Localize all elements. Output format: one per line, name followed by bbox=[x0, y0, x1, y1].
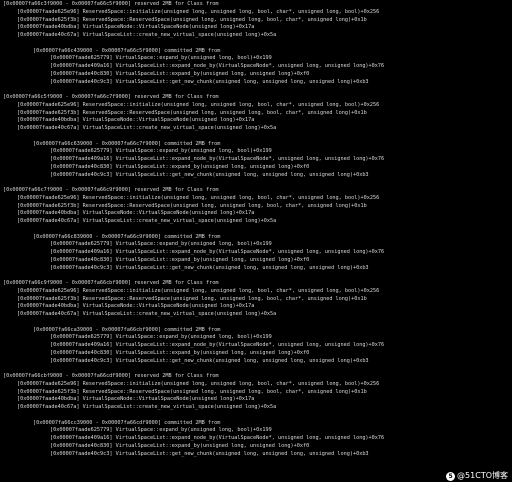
stack-frame: [0x00007faade625779] VirtualSpace::expan… bbox=[50, 334, 272, 341]
reserved-line: [0x00007fa66c5f9000 - 0x00007fa66c7f9000… bbox=[3, 94, 219, 100]
stack-frame: [0x00007faade40c67a] VirtualSpaceList::c… bbox=[17, 218, 277, 224]
stack-frame: [0x00007faade625f3b] ReservedSpace::Rese… bbox=[17, 388, 367, 395]
stack-frame: [0x00007faade409a16] VirtualSpaceList::e… bbox=[50, 63, 385, 69]
stack-frame: [0x00007faade625e96] ReservedSpace::init… bbox=[17, 8, 380, 15]
stack-frame: [0x00007faade40c9c3] VirtualSpaceList::g… bbox=[50, 357, 369, 364]
stack-frame: [0x00007faade625e96] ReservedSpace::init… bbox=[17, 287, 380, 294]
stack-frame: [0x00007faade625f3b] ReservedSpace::Rese… bbox=[17, 295, 367, 302]
stack-frame: [0x00007faade40bdba] VirtualSpaceNode::V… bbox=[17, 303, 255, 310]
stack-frame: [0x00007faade40c9c3] VirtualSpaceList::g… bbox=[50, 450, 369, 457]
stack-frame: [0x00007faade625779] VirtualSpace::expan… bbox=[50, 148, 272, 155]
stack-frame: [0x00007faade40c67a] VirtualSpaceList::c… bbox=[17, 125, 277, 131]
stack-frame: [0x00007faade40bdba] VirtualSpaceNode::V… bbox=[17, 24, 255, 31]
stack-frame: [0x00007faade625f3b] ReservedSpace::Rese… bbox=[17, 202, 367, 209]
committed-line: [0x00007fa66cc39000 - 0x00007fa66cdf9000… bbox=[33, 419, 221, 426]
stack-frame: [0x00007faade625f3b] ReservedSpace::Rese… bbox=[17, 109, 367, 116]
stack-frame: [0x00007faade625f3b] ReservedSpace::Rese… bbox=[17, 16, 367, 23]
committed-line: [0x00007fa66c639000 - 0x00007fa66c7f9000… bbox=[33, 140, 221, 147]
stack-frame: [0x00007faade625779] VirtualSpace::expan… bbox=[50, 55, 272, 62]
stack-frame: [0x00007faade40c830] VirtualSpaceList::e… bbox=[50, 349, 310, 356]
stack-frame: [0x00007faade40c830] VirtualSpaceList::e… bbox=[50, 163, 310, 170]
reserved-line: [0x00007fa66c7f9000 - 0x00007fa66c9f9000… bbox=[3, 187, 219, 193]
stack-frame: [0x00007faade40c9c3] VirtualSpaceList::g… bbox=[50, 171, 369, 178]
stack-frame: [0x00007faade409a16] VirtualSpaceList::e… bbox=[50, 156, 385, 162]
reserved-line: [0x00007fa66c9f9000 - 0x00007fa66cbf9000… bbox=[3, 280, 219, 286]
stack-frame: [0x00007faade40c67a] VirtualSpaceList::c… bbox=[17, 311, 277, 317]
stack-frame: [0x00007faade40c830] VirtualSpaceList::e… bbox=[50, 442, 310, 449]
stack-frame: [0x00007faade40c830] VirtualSpaceList::e… bbox=[50, 256, 310, 263]
terminal-output: [0x00007fa66c3f9000 - 0x00007fa66c5f9000… bbox=[0, 0, 512, 482]
committed-line: [0x00007fa66ca39000 - 0x00007fa66cbf9000… bbox=[33, 326, 221, 333]
stack-frame: [0x00007faade625779] VirtualSpace::expan… bbox=[50, 241, 272, 248]
watermark-logo-icon: 5 bbox=[446, 471, 456, 481]
committed-line: [0x00007fa66c439000 - 0x00007fa66c5f9000… bbox=[33, 47, 221, 54]
stack-frame: [0x00007faade40bdba] VirtualSpaceNode::V… bbox=[17, 396, 255, 403]
stack-frame: [0x00007faade625e96] ReservedSpace::init… bbox=[17, 101, 380, 108]
reserved-line: [0x00007fa66cbf9000 - 0x00007fa66cdf9000… bbox=[3, 373, 219, 379]
stack-frame: [0x00007faade40c67a] VirtualSpaceList::c… bbox=[17, 404, 277, 410]
stack-frame: [0x00007faade40c9c3] VirtualSpaceList::g… bbox=[50, 78, 369, 85]
watermark: 5 @51CTO博客 bbox=[444, 471, 510, 481]
stack-frame: [0x00007faade40c9c3] VirtualSpaceList::g… bbox=[50, 264, 369, 271]
stack-frame: [0x00007faade40c67a] VirtualSpaceList::c… bbox=[17, 32, 277, 38]
stack-frame: [0x00007faade409a16] VirtualSpaceList::e… bbox=[50, 435, 385, 441]
stack-frame: [0x00007faade625779] VirtualSpace::expan… bbox=[50, 427, 272, 434]
committed-line: [0x00007fa66c839000 - 0x00007fa66c9f9000… bbox=[33, 233, 221, 240]
stack-frame: [0x00007faade409a16] VirtualSpaceList::e… bbox=[50, 342, 385, 348]
stack-frame: [0x00007faade625e96] ReservedSpace::init… bbox=[17, 380, 380, 387]
reserved-line: [0x00007fa66c3f9000 - 0x00007fa66c5f9000… bbox=[3, 1, 219, 7]
stack-frame: [0x00007faade40bdba] VirtualSpaceNode::V… bbox=[17, 210, 255, 217]
stack-frame: [0x00007faade625e96] ReservedSpace::init… bbox=[17, 194, 380, 201]
watermark-text: @51CTO博客 bbox=[457, 471, 508, 480]
stack-frame: [0x00007faade40c830] VirtualSpaceList::e… bbox=[50, 70, 310, 77]
stack-frame: [0x00007faade409a16] VirtualSpaceList::e… bbox=[50, 249, 385, 255]
stack-frame: [0x00007faade40bdba] VirtualSpaceNode::V… bbox=[17, 117, 255, 124]
